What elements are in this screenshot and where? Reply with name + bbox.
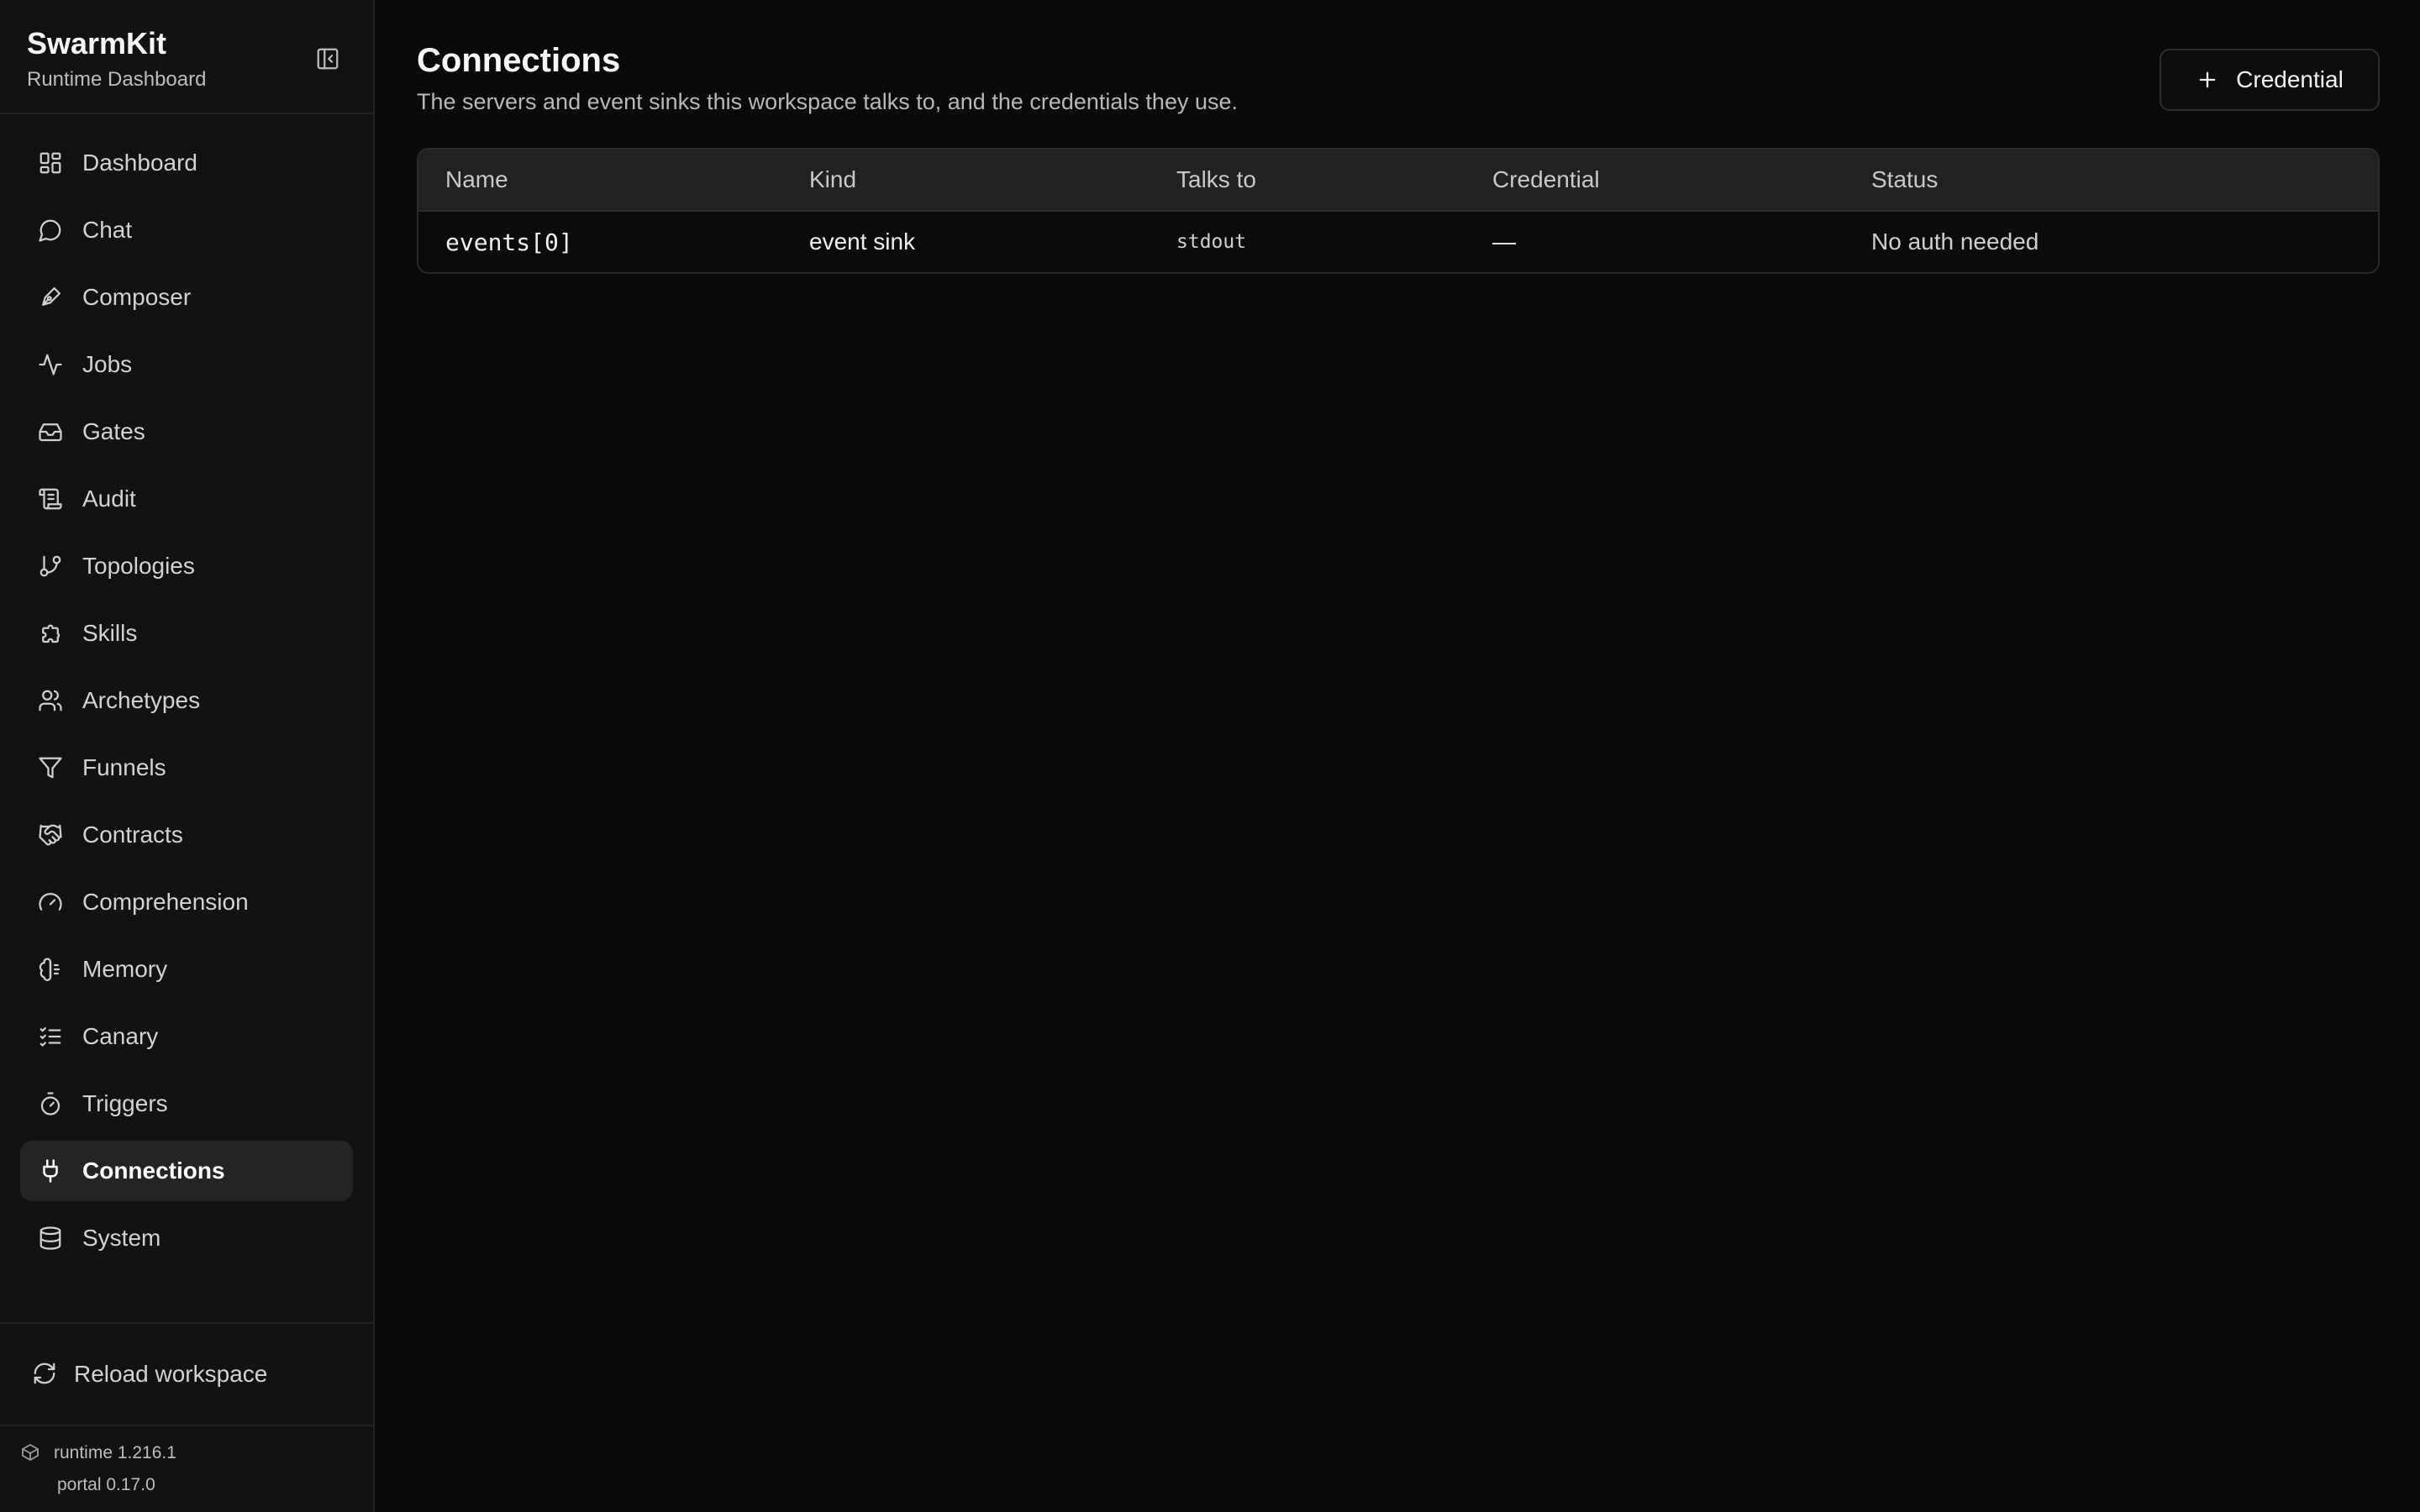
sidebar-item-label: Topologies bbox=[82, 553, 195, 579]
activity-icon bbox=[37, 351, 64, 378]
sidebar-item-audit[interactable]: Audit bbox=[20, 469, 353, 529]
column-header-kind[interactable]: Kind bbox=[809, 166, 1176, 193]
sidebar-item-label: Funnels bbox=[82, 754, 166, 780]
cell-kind: event sink bbox=[809, 228, 916, 255]
table-row[interactable]: events[0] event sink stdout — No auth ne… bbox=[418, 212, 2378, 272]
runtime-version: runtime 1.216.1 bbox=[54, 1443, 176, 1462]
column-header-status[interactable]: Status bbox=[1871, 166, 2378, 193]
sidebar-item-label: System bbox=[82, 1225, 161, 1251]
sidebar-item-label: Dashboard bbox=[82, 150, 197, 176]
column-header-credential[interactable]: Credential bbox=[1492, 166, 1871, 193]
reload-workspace-button[interactable]: Reload workspace bbox=[0, 1324, 373, 1426]
sidebar-item-label: Comprehension bbox=[82, 889, 249, 915]
add-credential-label: Credential bbox=[2236, 66, 2344, 92]
column-header-name[interactable]: Name bbox=[418, 166, 809, 193]
sidebar-item-label: Memory bbox=[82, 956, 168, 982]
brain-icon bbox=[37, 956, 64, 983]
sidebar-item-archetypes[interactable]: Archetypes bbox=[20, 670, 353, 731]
sidebar-item-label: Audit bbox=[82, 486, 136, 512]
filter-icon bbox=[37, 754, 64, 781]
sidebar-nav: Dashboard Chat Composer Jobs Gates Audit… bbox=[0, 114, 373, 1275]
portal-version-row: portal 0.17.0 bbox=[20, 1472, 373, 1499]
version-info: runtime 1.216.1 portal 0.17.0 bbox=[0, 1426, 373, 1499]
cell-talks-to: stdout bbox=[1176, 231, 1247, 253]
table-header: Name Kind Talks to Credential Status bbox=[418, 150, 2378, 212]
connections-table: Name Kind Talks to Credential Status eve… bbox=[417, 148, 2380, 274]
git-branch-icon bbox=[37, 553, 64, 580]
sidebar-item-gates[interactable]: Gates bbox=[20, 402, 353, 462]
sidebar-item-system[interactable]: System bbox=[20, 1208, 353, 1268]
plug-icon bbox=[37, 1158, 64, 1184]
sidebar-item-label: Archetypes bbox=[82, 687, 201, 713]
column-header-talks-to[interactable]: Talks to bbox=[1176, 166, 1492, 193]
sidebar-item-composer[interactable]: Composer bbox=[20, 267, 353, 328]
sidebar-item-label: Jobs bbox=[82, 351, 133, 377]
sidebar-item-label: Triggers bbox=[82, 1090, 168, 1116]
refresh-icon bbox=[32, 1361, 59, 1388]
page-title: Connections bbox=[417, 42, 621, 79]
sidebar-item-canary[interactable]: Canary bbox=[20, 1006, 353, 1067]
sidebar-item-label: Composer bbox=[82, 284, 192, 310]
runtime-version-row: runtime 1.216.1 bbox=[20, 1440, 373, 1467]
sidebar-item-label: Gates bbox=[82, 418, 145, 444]
sidebar-item-connections[interactable]: Connections bbox=[20, 1141, 353, 1201]
sidebar-item-memory[interactable]: Memory bbox=[20, 939, 353, 1000]
app-root: SwarmKit Runtime Dashboard Dashboard Cha… bbox=[0, 0, 2420, 1512]
database-icon bbox=[37, 1225, 64, 1252]
sidebar-item-comprehension[interactable]: Comprehension bbox=[20, 872, 353, 932]
sidebar-item-chat[interactable]: Chat bbox=[20, 200, 353, 260]
add-credential-button[interactable]: Credential bbox=[2160, 49, 2380, 111]
puzzle-icon bbox=[37, 620, 64, 647]
dashboard-icon bbox=[37, 150, 64, 176]
portal-version: portal 0.17.0 bbox=[57, 1475, 155, 1494]
brand: SwarmKit Runtime Dashboard bbox=[0, 0, 373, 114]
page-subtitle: The servers and event sinks this workspa… bbox=[417, 89, 1238, 114]
sidebar-item-contracts[interactable]: Contracts bbox=[20, 805, 353, 865]
panel-left-icon bbox=[315, 46, 340, 71]
users-icon bbox=[37, 687, 64, 714]
sidebar-item-skills[interactable]: Skills bbox=[20, 603, 353, 664]
handshake-icon bbox=[37, 822, 64, 848]
sidebar-item-dashboard[interactable]: Dashboard bbox=[20, 133, 353, 193]
main-content: Connections The servers and event sinks … bbox=[375, 0, 2420, 1512]
sidebar-item-triggers[interactable]: Triggers bbox=[20, 1074, 353, 1134]
sidebar-item-label: Contracts bbox=[82, 822, 183, 848]
sidebar-footer: Reload workspace runtime 1.216.1 portal … bbox=[0, 1322, 373, 1499]
reload-workspace-label: Reload workspace bbox=[74, 1361, 268, 1387]
sidebar-item-label: Chat bbox=[82, 217, 133, 243]
sidebar-item-label: Skills bbox=[82, 620, 138, 646]
checklist-icon bbox=[37, 1023, 64, 1050]
inbox-icon bbox=[37, 418, 64, 445]
collapse-sidebar-button[interactable] bbox=[311, 42, 345, 76]
pen-icon bbox=[37, 284, 64, 311]
sidebar-item-funnels[interactable]: Funnels bbox=[20, 738, 353, 798]
cell-credential: — bbox=[1492, 228, 1516, 255]
gauge-icon bbox=[37, 889, 64, 916]
sidebar-item-label: Connections bbox=[82, 1158, 225, 1184]
sidebar-item-label: Canary bbox=[82, 1023, 159, 1049]
sidebar-item-topologies[interactable]: Topologies bbox=[20, 536, 353, 596]
cell-name: events[0] bbox=[445, 228, 573, 256]
scroll-icon bbox=[37, 486, 64, 512]
sidebar-item-jobs[interactable]: Jobs bbox=[20, 334, 353, 395]
plus-icon bbox=[2196, 68, 2219, 92]
timer-icon bbox=[37, 1090, 64, 1117]
chat-icon bbox=[37, 217, 64, 244]
package-icon bbox=[20, 1442, 42, 1464]
sidebar: SwarmKit Runtime Dashboard Dashboard Cha… bbox=[0, 0, 375, 1512]
cell-status: No auth needed bbox=[1871, 228, 2039, 255]
